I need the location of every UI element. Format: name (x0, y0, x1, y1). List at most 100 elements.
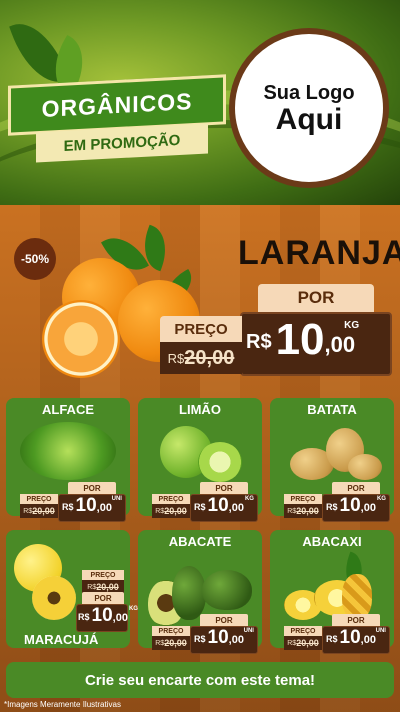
price-integer: 10 (339, 627, 361, 648)
page-title: ORGÂNICOS (41, 87, 193, 122)
price-integer: 10 (207, 495, 229, 516)
price-decimal: ,00 (360, 634, 376, 646)
price-decimal: ,00 (360, 502, 376, 514)
cta-button[interactable]: Crie seu encarte com este tema! (6, 662, 394, 698)
price-integer: 10 (207, 627, 229, 648)
old-price: R$ 20,00 (284, 504, 322, 518)
currency: R$ (194, 502, 206, 512)
currency: R$ (326, 502, 338, 512)
currency: R$ (326, 634, 338, 644)
avocado-image (172, 566, 206, 620)
preco-label: PREÇO (20, 494, 58, 504)
old-price-value: 20,00 (296, 638, 319, 648)
old-currency: R$ (87, 583, 97, 591)
old-price-value: 20,00 (184, 346, 235, 369)
passion-fruit-half-image (32, 576, 76, 620)
por-label: POR (200, 482, 248, 494)
price-decimal: ,00 (228, 634, 244, 646)
preco-label: PREÇO (152, 494, 190, 504)
price-unit: KG (376, 496, 386, 502)
new-price: R$ 10,00 UNI (326, 627, 386, 648)
price-unit: KG (128, 606, 138, 612)
currency: R$ (78, 612, 90, 622)
price-unit: UNI (375, 628, 386, 634)
product-card-alface: ALFACE POR PREÇO R$ 20,00 R$ 10,00 UNI (6, 398, 130, 522)
old-currency: R$ (287, 639, 297, 647)
product-name: MARACUJÁ (24, 632, 99, 647)
header-banner: ORGÂNICOS EM PROMOÇÃO Sua Logo Aqui (0, 0, 400, 205)
product-name: ABACATE (168, 534, 232, 549)
product-name: ABACAXI (302, 534, 362, 549)
lime-slice-image (198, 442, 242, 482)
new-price: R$ 10,00 UNI (194, 627, 254, 648)
price-unit: KG (344, 320, 360, 331)
price-decimal: ,00 (324, 332, 356, 357)
price-integer: 10 (275, 315, 325, 364)
discount-badge: -50% (14, 238, 56, 280)
por-label: POR (200, 614, 248, 626)
potato-image (348, 454, 382, 480)
old-currency: R$ (23, 507, 33, 515)
page-subtitle: EM PROMOÇÃO (63, 131, 181, 155)
logo-text-line2: Aqui (275, 102, 343, 136)
new-price: R$ 10 ,00 KG (246, 315, 359, 364)
new-price: R$ 10,00 UNI (62, 495, 122, 516)
old-price: R$ 20,00 (20, 504, 58, 518)
product-name: ALFACE (42, 402, 94, 417)
logo-placeholder: Sua Logo Aqui (229, 28, 389, 188)
disclaimer-text: *Imagens Meramente Ilustrativas (4, 700, 121, 709)
old-price-value: 20,00 (32, 506, 55, 516)
old-price: R$ 20,00 (284, 636, 322, 650)
price-decimal: ,00 (228, 502, 244, 514)
price-unit: UNI (243, 628, 254, 634)
hero-product: -50% LARANJA POR PREÇO R$ 20,00 R$ 10 ,00… (0, 218, 400, 393)
por-label: POR (332, 614, 380, 626)
product-name: LIMÃO (179, 402, 221, 417)
price-integer: 10 (91, 605, 113, 626)
por-label: POR (258, 284, 374, 312)
preco-label: PREÇO (160, 316, 242, 342)
old-price-value: 20,00 (96, 582, 119, 592)
product-card-batata: BATATA POR PREÇO R$ 20,00 R$ 10,00 KG (270, 398, 394, 522)
old-currency: R$ (155, 639, 165, 647)
old-price: R$ 20,00 (160, 342, 242, 374)
new-price: R$ 10,00 KG (194, 495, 254, 516)
hero-product-name: LARANJA (238, 234, 400, 272)
product-card-abacate: ABACATE POR PREÇO R$ 20,00 R$ 10,00 UNI (138, 530, 262, 654)
price-integer: 10 (339, 495, 361, 516)
old-currency: R$ (155, 507, 165, 515)
price-unit: UNI (111, 496, 122, 502)
price-integer: 10 (75, 495, 97, 516)
orange-half-image (42, 300, 120, 378)
preco-label: PREÇO (152, 626, 190, 636)
price-decimal: ,00 (96, 502, 112, 514)
preco-label: PREÇO (284, 494, 322, 504)
old-price-value: 20,00 (164, 638, 187, 648)
product-card-abacaxi: ABACAXI POR PREÇO R$ 20,00 R$ 10,00 UNI (270, 530, 394, 654)
currency: R$ (246, 331, 272, 353)
lettuce-image (20, 422, 116, 480)
new-price: R$ 10,00 KG (326, 495, 386, 516)
new-price: R$ 10,00 KG (78, 605, 138, 626)
product-name: BATATA (307, 402, 357, 417)
flyer: ORGÂNICOS EM PROMOÇÃO Sua Logo Aqui -50%… (0, 0, 400, 712)
old-price-value: 20,00 (296, 506, 319, 516)
preco-label: PREÇO (82, 570, 124, 580)
currency: R$ (194, 634, 206, 644)
por-label: POR (82, 592, 124, 604)
product-card-limao: LIMÃO POR PREÇO R$ 20,00 R$ 10,00 KG (138, 398, 262, 522)
old-price: R$ 20,00 (152, 504, 190, 518)
por-label: POR (68, 482, 116, 494)
old-price-value: 20,00 (164, 506, 187, 516)
preco-label: PREÇO (284, 626, 322, 636)
product-card-maracuja: PREÇO R$ 20,00 POR R$ 10,00 KG MARACUJÁ (6, 530, 138, 648)
logo-text-line1: Sua Logo (263, 81, 355, 104)
old-price: R$ 20,00 (152, 636, 190, 650)
price-decimal: ,00 (112, 612, 128, 624)
avocado-image (202, 570, 252, 610)
price-unit: KG (244, 496, 254, 502)
por-label: POR (332, 482, 380, 494)
currency: R$ (62, 502, 74, 512)
old-currency: R$ (167, 350, 185, 366)
old-currency: R$ (287, 507, 297, 515)
